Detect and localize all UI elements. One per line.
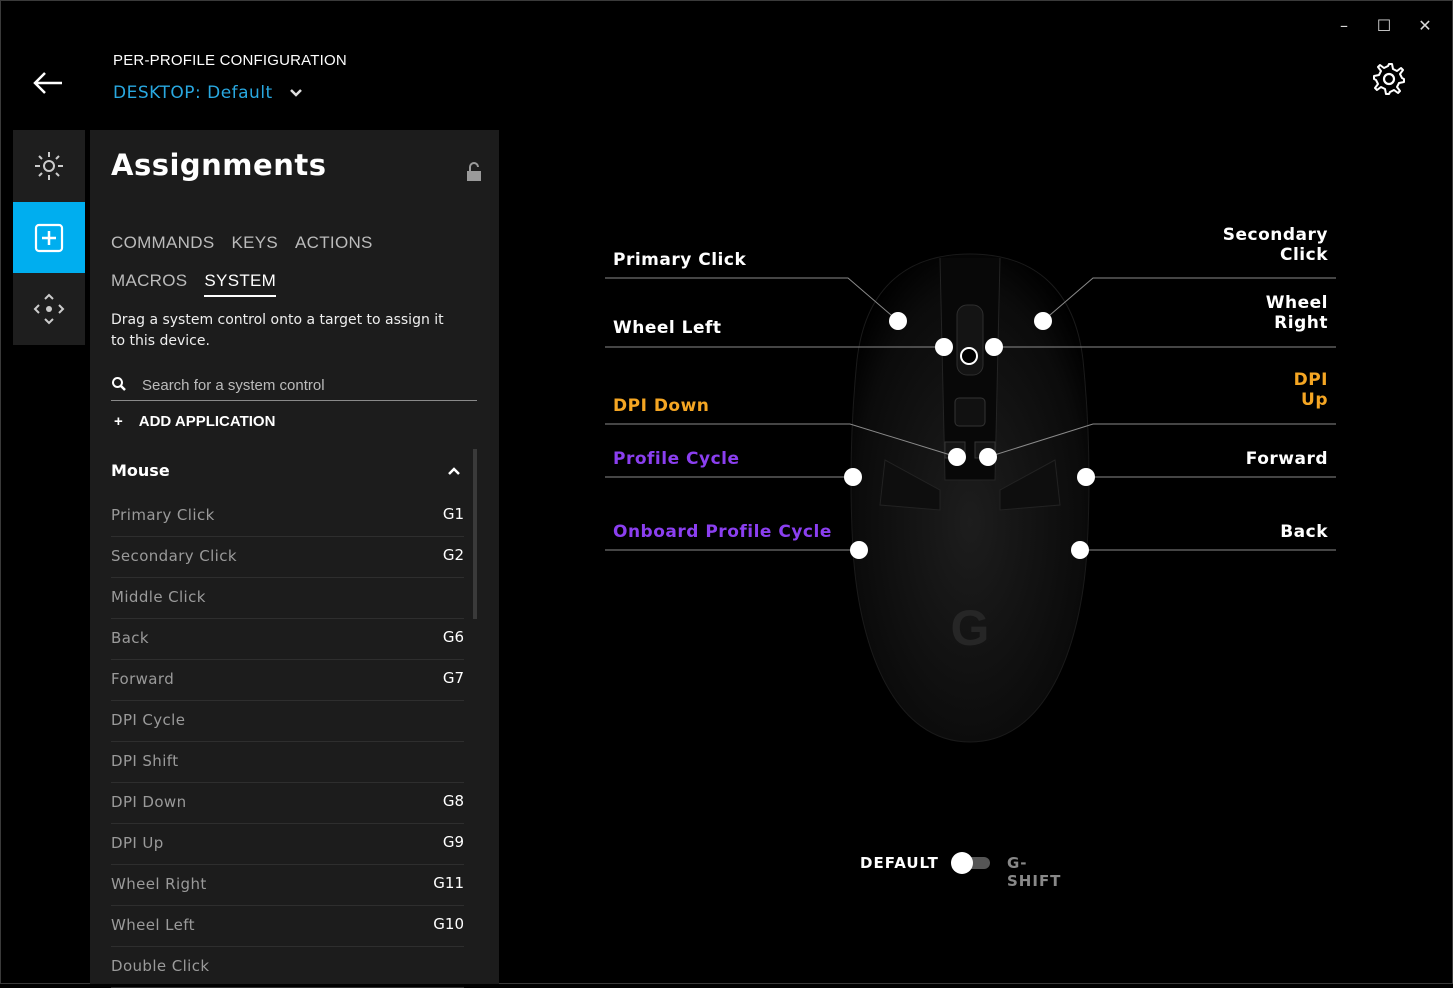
callout-dpi-up-line2: Up xyxy=(1301,390,1328,410)
toggle-default-label: DEFAULT xyxy=(860,854,939,872)
callout-primary-click: Primary Click xyxy=(613,250,747,270)
middle-click-dot[interactable] xyxy=(960,347,978,365)
callout-wheel-left: Wheel Left xyxy=(613,318,722,338)
dpi-down-dot[interactable] xyxy=(948,448,966,466)
callout-onboard-profile-cycle: Onboard Profile Cycle xyxy=(613,522,832,542)
callout-secondary-click-line2: Click xyxy=(1279,245,1328,265)
wheel-left-dot[interactable] xyxy=(935,338,953,356)
callout-profile-cycle: Profile Cycle xyxy=(613,449,740,469)
toggle-gshift-label: G-SHIFT xyxy=(1007,854,1062,890)
callout-wheel-right-line2: Right xyxy=(1274,313,1328,333)
wheel-right-dot[interactable] xyxy=(985,338,1003,356)
callout-secondary-click-line1: Secondary xyxy=(1222,225,1328,245)
callout-wheel-right: Wheel Right xyxy=(1180,293,1328,333)
callout-secondary-click: Secondary Click xyxy=(1180,225,1328,265)
primary-click-dot[interactable] xyxy=(889,312,907,330)
onboard-profile-cycle-dot[interactable] xyxy=(850,541,868,559)
secondary-click-dot[interactable] xyxy=(1034,312,1052,330)
callout-dpi-down: DPI Down xyxy=(613,396,710,416)
callout-wheel-right-line1: Wheel xyxy=(1265,293,1328,313)
forward-dot[interactable] xyxy=(1077,468,1095,486)
gshift-toggle[interactable] xyxy=(950,852,994,874)
callout-lines xyxy=(605,277,1336,559)
callout-dpi-up-line1: DPI xyxy=(1293,370,1328,390)
back-dot[interactable] xyxy=(1071,541,1089,559)
profile-cycle-dot[interactable] xyxy=(844,468,862,486)
callout-back: Back xyxy=(1280,522,1328,542)
callout-forward: Forward xyxy=(1245,449,1328,469)
callout-dpi-up: DPI Up xyxy=(1180,370,1328,410)
dpi-up-dot[interactable] xyxy=(979,448,997,466)
